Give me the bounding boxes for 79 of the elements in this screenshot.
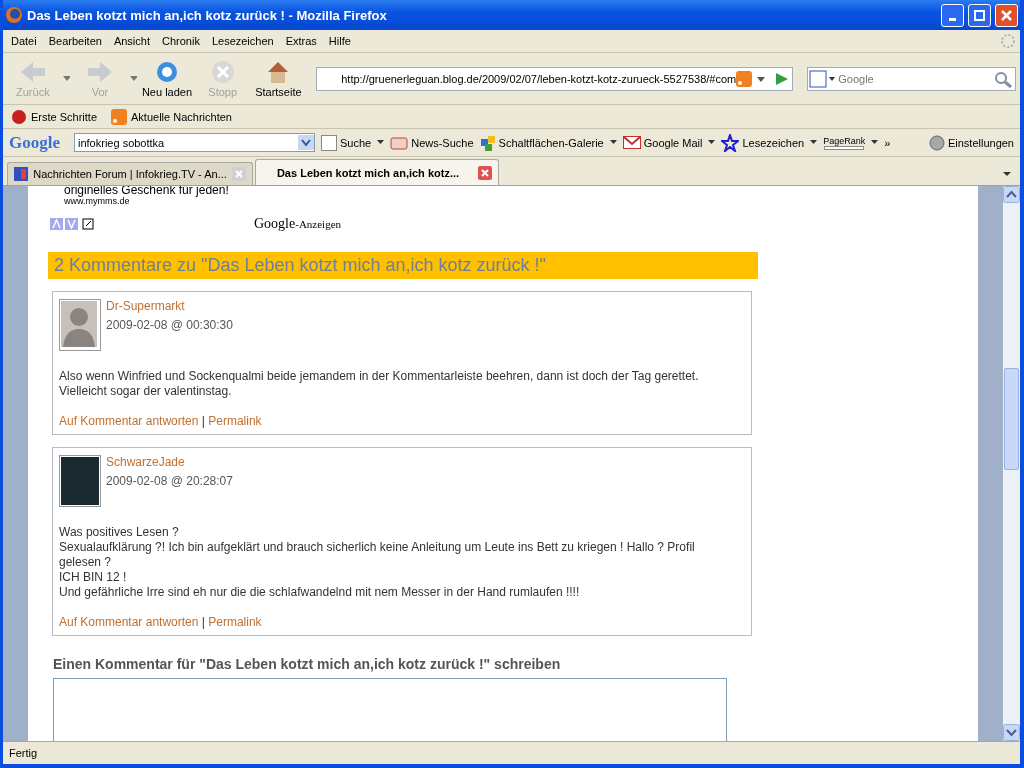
house-icon <box>266 59 291 84</box>
maximize-icon <box>974 9 985 21</box>
bookmark-item[interactable]: Aktuelle Nachrichten <box>111 108 232 125</box>
rss-icon <box>111 108 128 125</box>
permalink-link[interactable]: Permalink <box>208 414 262 428</box>
author-link[interactable]: SchwarzeJade <box>106 455 233 469</box>
reload-icon <box>154 59 180 84</box>
toolbar-button[interactable]: Lesezeichen <box>721 133 805 152</box>
firefox-logo-icon <box>5 6 23 24</box>
toolbar-button[interactable]: Neu laden <box>141 59 193 98</box>
ad-text: originelles Geschenk für jeden! <box>64 186 230 196</box>
avatar-silhouette <box>59 299 101 351</box>
comments-heading: 2 Kommentare zu "Das Leben kotzt mich an,ich kotz zurück !" <box>48 252 758 279</box>
external-link-icon[interactable] <box>82 218 94 230</box>
comment-text: Was positives Lesen ? Sexualaufklärung ?! Ich bin aufgeklärt und brauch sicherlich keine Anleitung um Leute ins Bett zu kriegen ! Hallo ? Profil gelesen ? ICH BIN 12 ! Und gefährliche Irre sind eh nur die die schlafwandelnd mit nem Messer in der Hand rumlaufen !!!! <box>59 525 696 600</box>
comment-form-heading: Einen Kommentar für "Das Leben kotzt mich an,ich kotz zurück !" schreiben <box>53 656 562 672</box>
dropdown-arrow-icon[interactable] <box>609 140 617 145</box>
mail-icon <box>622 136 641 149</box>
toolbar-button[interactable]: Google Mail <box>622 136 703 149</box>
menu-item[interactable]: Datei <box>7 35 45 47</box>
link-separator: | <box>201 414 205 428</box>
minimize-icon <box>949 17 956 21</box>
menu-item[interactable]: Chronik <box>158 35 208 47</box>
browser-tab[interactable]: Nachrichten Forum | Infokrieg.TV - An... <box>7 162 253 185</box>
address-field[interactable]: http://gruenerleguan.blog.de/2009/02/07/leben-kotzt-kotz-zurueck-5527538/#com <box>316 66 794 91</box>
status-text: Fertig <box>9 747 38 759</box>
photo-placeholder <box>59 455 101 507</box>
menu-item[interactable]: Lesezeichen <box>207 35 282 47</box>
toolbar-button[interactable]: » <box>884 136 891 149</box>
scroll-down-icon[interactable] <box>1003 724 1020 741</box>
comment-date: 2009-02-08 @ 20:28:07 <box>106 474 233 488</box>
dropdown-arrow-icon[interactable] <box>871 140 879 145</box>
toolbar-button[interactable]: News-Suche <box>390 135 474 150</box>
window-title: Das Leben kotzt mich an,ich kotz zurück ! - Mozilla Firefox <box>27 7 388 23</box>
comment-date: 2009-02-08 @ 00:30:30 <box>106 318 233 332</box>
reply-link[interactable]: Auf Kommentar antworten <box>59 414 199 428</box>
menu-item[interactable]: Hilfe <box>324 35 359 47</box>
dropdown-arrow-icon[interactable] <box>810 140 818 145</box>
browser-tab[interactable]: Das Leben kotzt mich an,ich kotz... <box>255 159 499 185</box>
close-icon <box>1001 9 1012 21</box>
dropdown-arrow-icon[interactable] <box>708 140 716 145</box>
settings-button[interactable]: Einstellungen <box>928 134 1014 151</box>
gallery-icon <box>479 134 496 151</box>
star-icon <box>721 133 740 152</box>
scroll-up-icon[interactable] <box>1003 186 1020 203</box>
firefox-start-icon <box>11 108 27 125</box>
minimize-button[interactable] <box>941 3 964 27</box>
close-icon[interactable] <box>478 165 492 180</box>
close-button[interactable] <box>995 3 1018 27</box>
google-ads-label[interactable]: Google-Anzeigen <box>254 216 342 232</box>
settings-icon <box>928 134 945 151</box>
throbber-icon <box>1000 33 1016 49</box>
comment-text: Also wenn Winfried und Sockenqualmi beide jemandem in der Kommentarleiste beehren, dann ist doch der Tag gerettet. Vielleicht sogar der valentinstag. <box>59 369 700 399</box>
dropdown-arrow-icon[interactable] <box>377 140 385 145</box>
menu-item[interactable]: Bearbeiten <box>44 35 110 47</box>
toolbar-button[interactable]: Suche <box>321 134 372 151</box>
maximize-button[interactable] <box>968 3 991 27</box>
menu-item[interactable]: Extras <box>281 35 325 47</box>
google-search-field[interactable]: infokrieg sobottka <box>74 133 315 152</box>
menu-item[interactable]: Ansicht <box>109 35 158 47</box>
rss-icon <box>736 70 753 87</box>
pagerank-meter: PageRank <box>823 135 866 150</box>
bookmark-item[interactable]: Erste Schritte <box>11 108 98 125</box>
forward-arrow-icon <box>85 59 114 84</box>
toolbar-button[interactable]: Startseite <box>252 59 305 98</box>
stop-icon <box>210 59 235 84</box>
scrollbar-thumb[interactable] <box>1004 368 1019 470</box>
reply-link[interactable]: Auf Kommentar antworten <box>59 615 199 629</box>
author-link[interactable]: Dr-Supermarkt <box>106 299 233 313</box>
site-icon <box>14 167 28 181</box>
permalink-link[interactable]: Permalink <box>208 615 262 629</box>
link-separator: | <box>201 615 205 629</box>
toolbar-button[interactable]: Schaltflächen-Galerie <box>479 134 604 151</box>
ad-url: www.mymms.de <box>64 196 131 206</box>
scrollbar[interactable] <box>1003 186 1020 741</box>
google-logo: Google <box>9 132 60 153</box>
news-icon <box>390 135 409 150</box>
comment-input-field[interactable] <box>53 678 727 741</box>
search-bar[interactable]: Google <box>807 66 1016 91</box>
